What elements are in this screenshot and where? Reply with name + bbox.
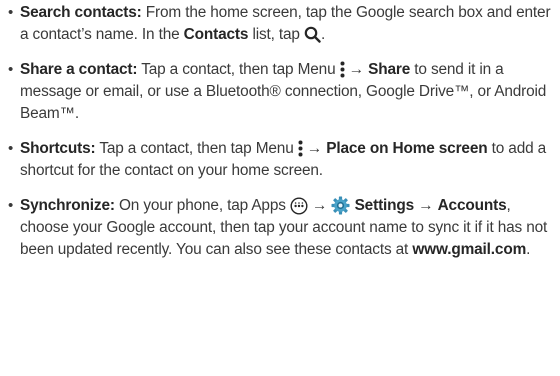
arrow: → — [307, 197, 332, 214]
item-title: Search contacts: — [20, 4, 142, 21]
item-text: . — [526, 241, 531, 258]
instruction-list: • Search contacts: From the home screen,… — [0, 0, 552, 261]
share-label: Share — [368, 61, 411, 78]
place-on-home-screen-label: Place on Home screen — [326, 140, 488, 157]
accounts-label: Accounts — [437, 197, 507, 214]
item-text: Tap a contact, then tap Menu — [137, 61, 340, 78]
arrow: → — [302, 140, 327, 157]
settings-gear-icon — [331, 196, 350, 215]
item-title: Shortcuts: — [20, 140, 96, 157]
bullet: • — [8, 61, 14, 78]
list-item-shortcuts: • Shortcuts: Tap a contact, then tap Men… — [8, 138, 552, 182]
apps-icon — [290, 197, 308, 215]
list-item-search-contacts: • Search contacts: From the home screen,… — [8, 2, 552, 46]
item-title: Synchronize: — [20, 197, 115, 214]
arrow: → — [344, 61, 369, 78]
item-text: list, tap — [248, 26, 304, 43]
bullet: • — [8, 140, 14, 157]
search-icon — [304, 26, 321, 44]
gmail-link-text: www.gmail.com — [412, 241, 527, 258]
arrow: → — [414, 197, 438, 214]
settings-label: Settings — [354, 197, 415, 214]
item-text: Tap a contact, then tap Menu — [95, 140, 298, 157]
list-item-share-contact: • Share a contact: Tap a contact, then t… — [8, 59, 552, 125]
item-text: . — [320, 26, 326, 43]
item-text: On your phone, tap Apps — [114, 197, 290, 214]
contacts-label: Contacts — [183, 26, 249, 43]
list-item-synchronize: • Synchronize: On your phone, tap Apps →… — [8, 195, 552, 261]
item-title: Share a contact: — [20, 61, 138, 78]
bullet: • — [8, 197, 14, 214]
bullet: • — [8, 4, 14, 21]
